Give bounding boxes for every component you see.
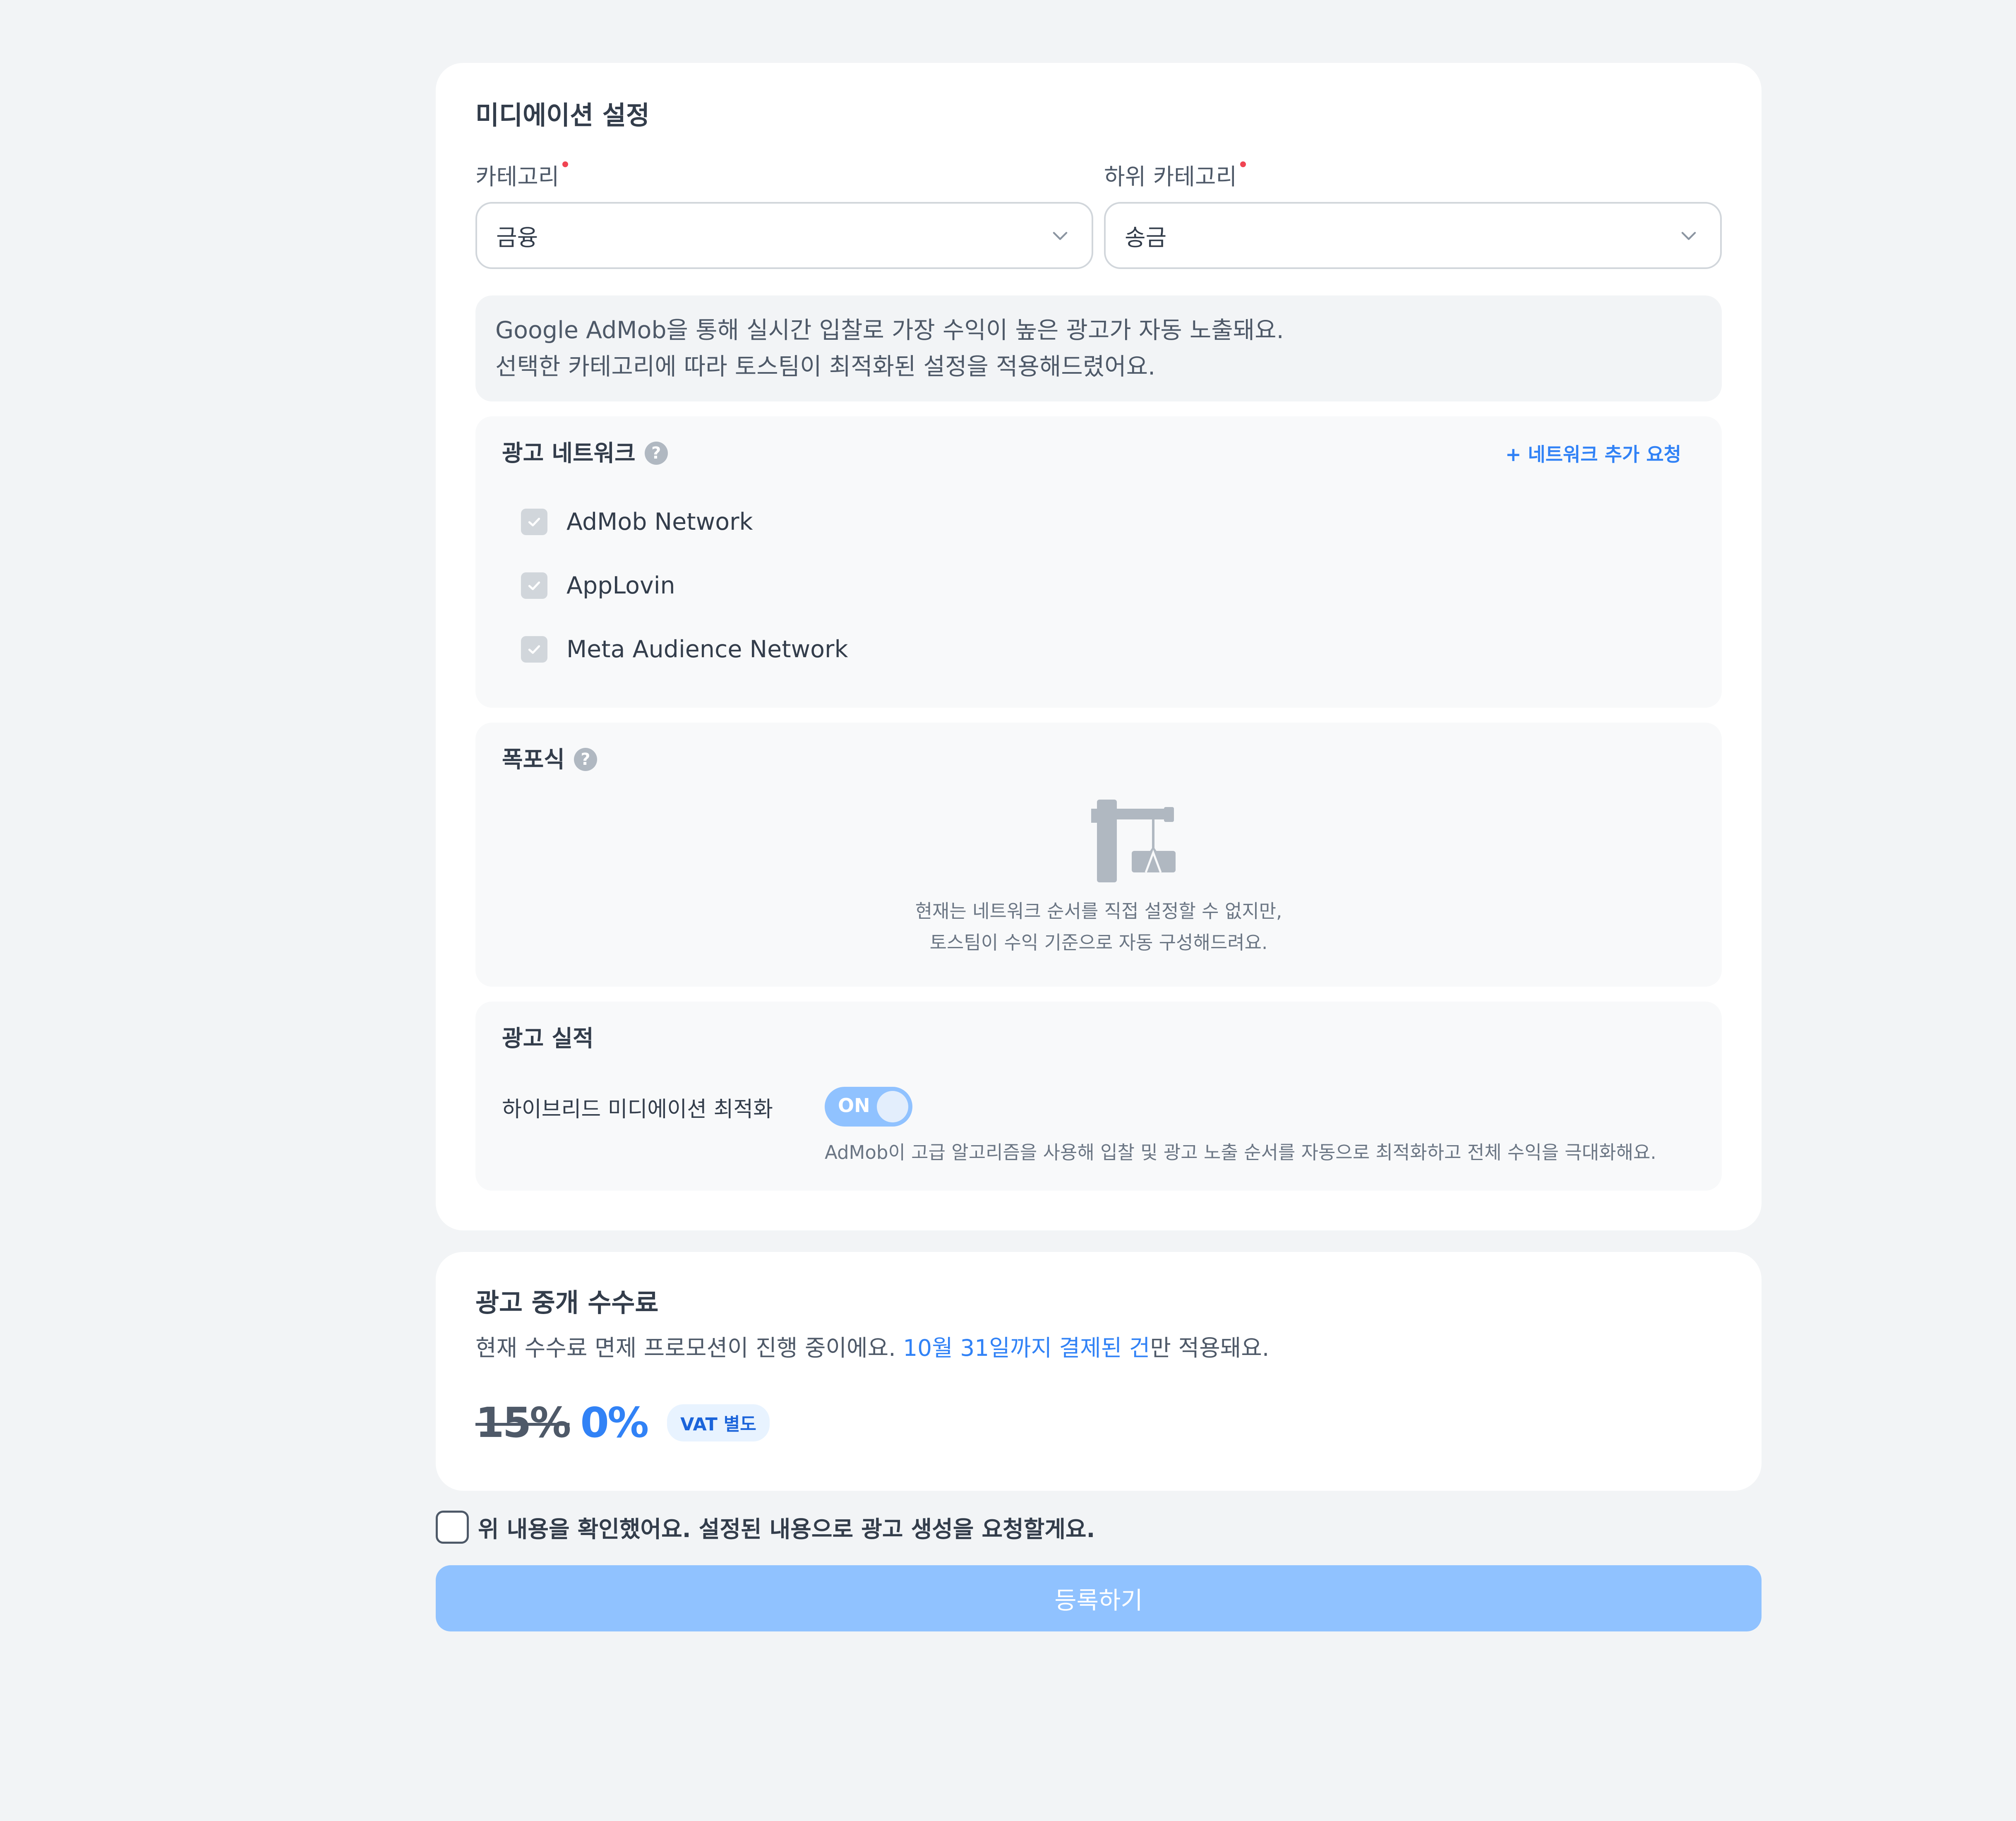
toggle-on-text: ON <box>838 1094 870 1117</box>
waterfall-line-2: 토스팀이 수익 기준으로 자동 구성해드려요. <box>929 932 1268 954</box>
category-select-value: 금융 <box>496 224 538 251</box>
required-dot <box>562 161 569 168</box>
waterfall-description: 현재는 네트워크 순서를 직접 설정할 수 없지만, 토스팀이 수익 기준으로 … <box>475 896 1722 959</box>
subcategory-select-value: 송금 <box>1125 224 1167 251</box>
fee-desc-suffix: 만 적용돼요. <box>1150 1334 1270 1361</box>
subcategory-label: 하위 카테고리 <box>1104 161 1246 190</box>
category-field: 카테고리 금융 <box>475 161 1093 269</box>
hybrid-mediation-toggle[interactable]: ON <box>825 1087 912 1127</box>
network-item-label: Meta Audience Network <box>566 636 848 663</box>
check-icon <box>521 636 547 663</box>
info-line-2: 선택한 카테고리에 따라 토스팀이 최적화된 설정을 적용해드렸어요. <box>495 353 1156 381</box>
mediation-fee-title: 광고 중개 수수료 <box>475 1288 659 1318</box>
chevron-down-icon <box>1681 232 1696 240</box>
add-network-request-link[interactable]: + 네트워크 추가 요청 <box>1505 440 1681 467</box>
help-icon[interactable]: ? <box>574 748 597 771</box>
category-label: 카테고리 <box>475 161 569 190</box>
ad-performance-section: 광고 실적 하이브리드 미디에이션 최적화 ON AdMob이 고급 알고리즘을… <box>475 1002 1722 1191</box>
check-icon <box>521 572 547 599</box>
page-container: 미디에이션 설정 카테고리 금융 하위 카테고리 송금 Google AdMob… <box>436 63 1762 1632</box>
waterfall-title: 폭포식 <box>502 746 565 773</box>
ad-network-header: 광고 네트워크 ? + 네트워크 추가 요청 <box>502 440 1695 467</box>
mediation-settings-title: 미디에이션 설정 <box>475 100 650 130</box>
hybrid-mediation-row: 하이브리드 미디에이션 최적화 ON AdMob이 고급 알고리즘을 사용해 입… <box>502 1087 1695 1164</box>
new-fee-rate: 0% <box>580 1398 649 1447</box>
category-select[interactable]: 금융 <box>475 202 1093 269</box>
ad-performance-title-group: 광고 실적 <box>502 1025 1695 1052</box>
hybrid-mediation-label: 하이브리드 미디에이션 최적화 <box>502 1097 773 1122</box>
fee-desc-highlight: 10월 31일까지 결제된 건 <box>903 1334 1150 1361</box>
network-item-label: AppLovin <box>566 572 675 600</box>
ad-network-title-group: 광고 네트워크 ? <box>502 440 668 467</box>
vat-badge: VAT 별도 <box>667 1404 770 1441</box>
network-item-applovin: AppLovin <box>521 554 1695 617</box>
network-item-meta: Meta Audience Network <box>521 617 1695 681</box>
waterfall-title-group: 폭포식 ? <box>502 746 1695 773</box>
mediation-info-box: Google AdMob을 통해 실시간 입찰로 가장 수익이 높은 광고가 자… <box>475 295 1722 402</box>
category-label-text: 카테고리 <box>475 163 559 190</box>
required-dot <box>1240 161 1246 168</box>
fee-rate-row: 15% 0% VAT 별도 <box>475 1398 1722 1447</box>
fee-desc-prefix: 현재 수수료 면제 프로모션이 진행 중이에요. <box>475 1334 903 1361</box>
ad-performance-title: 광고 실적 <box>502 1025 594 1052</box>
waterfall-line-1: 현재는 네트워크 순서를 직접 설정할 수 없지만, <box>915 900 1282 923</box>
category-row: 카테고리 금융 하위 카테고리 송금 <box>475 161 1722 269</box>
subcategory-field: 하위 카테고리 송금 <box>1104 161 1722 269</box>
confirm-label: 위 내용을 확인했어요. 설정된 내용으로 광고 생성을 요청할게요. <box>478 1516 1095 1543</box>
network-item-label: AdMob Network <box>566 508 753 536</box>
chevron-down-icon <box>1053 232 1068 240</box>
help-icon[interactable]: ? <box>644 442 668 465</box>
hybrid-mediation-description: AdMob이 고급 알고리즘을 사용해 입찰 및 광고 노출 순서를 자동으로 … <box>825 1141 1656 1164</box>
info-line-1: Google AdMob을 통해 실시간 입찰로 가장 수익이 높은 광고가 자… <box>495 317 1284 344</box>
confirm-checkbox-row[interactable]: 위 내용을 확인했어요. 설정된 내용으로 광고 생성을 요청할게요. <box>436 1511 1762 1544</box>
fee-description: 현재 수수료 면제 프로모션이 진행 중이에요. 10월 31일까지 결제된 건… <box>475 1333 1722 1363</box>
hybrid-mediation-control: ON AdMob이 고급 알고리즘을 사용해 입찰 및 광고 노출 순서를 자동… <box>825 1087 1695 1164</box>
mediation-settings-card: 미디에이션 설정 카테고리 금융 하위 카테고리 송금 Google AdMob… <box>436 63 1762 1231</box>
waterfall-section: 폭포식 ? 현재는 네트워크 순서를 직접 설정할 수 없지만, 토스팀이 수익… <box>475 723 1722 987</box>
toggle-knob <box>877 1091 908 1123</box>
ad-network-section: 광고 네트워크 ? + 네트워크 추가 요청 AdMob Network App… <box>475 416 1722 708</box>
subcategory-label-text: 하위 카테고리 <box>1104 163 1237 190</box>
mediation-fee-card: 광고 중개 수수료 현재 수수료 면제 프로모션이 진행 중이에요. 10월 3… <box>436 1252 1762 1491</box>
crane-icon <box>1091 800 1176 883</box>
confirm-checkbox[interactable] <box>436 1511 469 1544</box>
ad-network-title: 광고 네트워크 <box>502 440 636 467</box>
old-fee-rate: 15% <box>475 1398 571 1447</box>
check-icon <box>521 509 547 536</box>
register-button[interactable]: 등록하기 <box>436 1565 1762 1632</box>
network-list: AdMob Network AppLovin Meta Audience Net… <box>502 490 1695 681</box>
network-item-admob: AdMob Network <box>521 490 1695 554</box>
subcategory-select[interactable]: 송금 <box>1104 202 1722 269</box>
